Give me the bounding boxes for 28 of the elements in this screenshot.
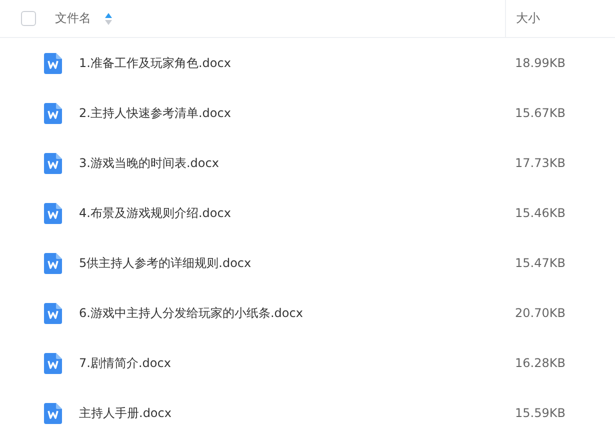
word-document-icon	[44, 52, 62, 74]
file-name[interactable]: 7.剧情简介.docx	[79, 354, 171, 372]
file-name[interactable]: 5供主持人参考的详细规则.docx	[79, 254, 252, 272]
file-size: 15.59KB	[515, 406, 566, 420]
file-name[interactable]: 2.主持人快速参考清单.docx	[79, 104, 231, 122]
word-document-icon	[44, 402, 62, 424]
word-document-icon	[44, 252, 62, 274]
file-name[interactable]: 4.布景及游戏规则介绍.docx	[79, 204, 231, 222]
file-size: 15.46KB	[515, 206, 566, 220]
file-size: 18.99KB	[515, 56, 566, 70]
file-size: 17.73KB	[515, 156, 566, 170]
select-all-checkbox[interactable]	[21, 11, 36, 26]
column-header[interactable]: 大小	[516, 10, 540, 27]
word-document-icon	[44, 102, 62, 124]
file-size: 15.67KB	[515, 106, 566, 120]
file-size: 15.47KB	[515, 256, 566, 270]
word-document-icon	[44, 152, 62, 174]
file-name[interactable]: 主持人手册.docx	[79, 404, 172, 422]
sort-icon[interactable]	[105, 12, 112, 24]
file-size: 20.70KB	[515, 306, 566, 320]
word-document-icon	[44, 302, 62, 324]
file-name[interactable]: 3.游戏当晚的时间表.docx	[79, 154, 219, 172]
word-document-icon	[44, 352, 62, 374]
file-name[interactable]: 1.准备工作及玩家角色.docx	[79, 54, 231, 72]
file-name[interactable]: 6.游戏中主持人分发给玩家的小纸条.docx	[79, 304, 303, 322]
column-header[interactable]: 文件名	[55, 10, 91, 27]
word-document-icon	[44, 202, 62, 224]
file-size: 16.28KB	[515, 356, 566, 370]
